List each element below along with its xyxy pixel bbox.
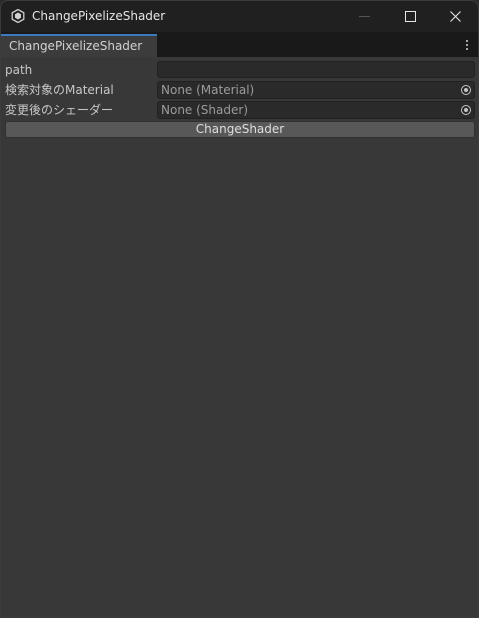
shader-value: None (Shader) xyxy=(161,103,248,117)
shader-picker-button[interactable] xyxy=(458,102,473,118)
change-shader-button[interactable]: ChangeShader xyxy=(5,121,475,138)
editor-window: ChangePixelizeShader ChangePixelizeShade… xyxy=(0,0,479,618)
path-row: path xyxy=(1,60,478,80)
minimize-icon xyxy=(358,16,370,17)
material-row: 検索対象のMaterial None (Material) xyxy=(1,80,478,100)
minimize-button[interactable] xyxy=(341,1,387,32)
title-bar[interactable]: ChangePixelizeShader xyxy=(1,1,478,32)
path-label: path xyxy=(5,63,33,77)
inspector-panel: path 検索対象のMaterial None (Material) 変更後のシ… xyxy=(1,57,478,617)
tab-strip: ChangePixelizeShader xyxy=(1,32,478,57)
material-picker-button[interactable] xyxy=(458,82,473,98)
shader-row: 変更後のシェーダー None (Shader) xyxy=(1,100,478,120)
window-title: ChangePixelizeShader xyxy=(32,9,166,23)
path-input[interactable] xyxy=(157,61,475,78)
object-picker-icon xyxy=(460,85,471,95)
maximize-button[interactable] xyxy=(387,1,433,32)
more-vertical-icon[interactable] xyxy=(460,37,474,53)
material-object-field[interactable]: None (Material) xyxy=(157,81,475,99)
unity-logo-icon xyxy=(11,9,25,23)
close-icon xyxy=(449,11,461,22)
material-label: 検索対象のMaterial xyxy=(5,83,114,97)
tab-changepixelizeshader[interactable]: ChangePixelizeShader xyxy=(1,34,157,57)
maximize-icon xyxy=(404,11,416,22)
close-button[interactable] xyxy=(432,1,478,32)
object-picker-icon xyxy=(460,105,471,115)
material-value: None (Material) xyxy=(161,83,255,97)
shader-object-field[interactable]: None (Shader) xyxy=(157,101,475,119)
shader-label: 変更後のシェーダー xyxy=(5,103,114,117)
